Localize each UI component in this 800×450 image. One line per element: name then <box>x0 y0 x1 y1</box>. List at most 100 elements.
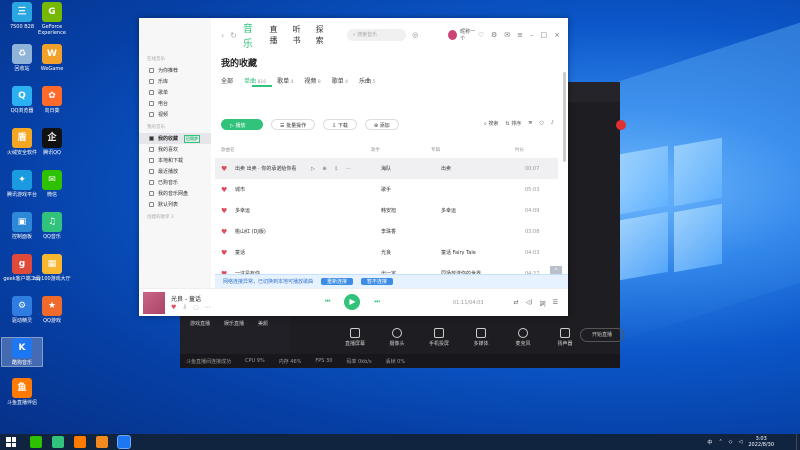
desktop-icon[interactable]: ✿ 向日葵 <box>32 86 72 114</box>
menu-icon[interactable]: ≡ <box>517 31 523 39</box>
next-icon[interactable]: ⏭ <box>374 298 379 306</box>
sidebar-item[interactable]: 电台 <box>139 98 211 109</box>
row-actions[interactable]: ▷ ⊕ ⇩ ⋯ <box>311 166 381 172</box>
desktop-icon[interactable]: ▦ my100游戏大厅 <box>32 254 72 282</box>
song-artist[interactable]: 李珠香 <box>381 228 441 235</box>
refresh-icon[interactable]: ↻ <box>230 31 237 40</box>
search-list-button[interactable]: ⌕ 搜索 <box>484 120 498 127</box>
tool-mic[interactable]: 麦克风 <box>508 328 538 347</box>
more-icon[interactable]: ⋯ <box>205 304 211 311</box>
volume-icon[interactable]: ◁) <box>526 299 533 308</box>
sidebar-item[interactable]: 歌单 <box>139 87 211 98</box>
like-icon[interactable]: ♥ <box>221 228 235 236</box>
song-title[interactable]: 桃山红 (DJ版) <box>235 228 311 235</box>
desktop-icon[interactable]: K 酷狗音乐 <box>1 337 43 367</box>
sidebar-item[interactable]: 默认列表 <box>139 199 211 210</box>
scrollbar[interactable] <box>563 72 566 162</box>
tray-up-icon[interactable]: ⌃ <box>718 439 722 445</box>
song-artist[interactable]: 海队 <box>381 165 441 172</box>
subtab[interactable]: 乐曲 5 <box>359 76 375 85</box>
mail-icon[interactable]: ✉ <box>504 31 510 39</box>
sort-button[interactable]: ⇅ 排序 <box>505 120 521 127</box>
desktop-icon[interactable]: ♫ QQ音乐 <box>32 212 72 240</box>
listen-recognize-icon[interactable]: ◎ <box>412 31 418 39</box>
play-icon[interactable]: ▶ <box>344 294 361 310</box>
table-row[interactable]: ♥ 出卖 出卖 · 你的承诺给你看 ▷ ⊕ ⇩ ⋯ 海队 出卖 00:07 <box>215 158 558 179</box>
desktop-icon[interactable]: W WeGame <box>32 44 72 72</box>
prev-icon[interactable]: ⏮ <box>325 298 330 306</box>
grid-view-icon[interactable]: ○ <box>539 120 543 127</box>
lyrics-icon[interactable]: 詞 <box>540 299 546 308</box>
sidebar-item[interactable]: 为你推荐 <box>139 65 211 76</box>
song-artist[interactable]: 歌手 <box>381 186 441 193</box>
like-icon[interactable]: ♥ <box>171 304 176 311</box>
album-cover[interactable] <box>143 292 165 314</box>
maximize-icon[interactable]: □ <box>541 31 548 39</box>
tab-audiobook[interactable]: 听书 <box>293 24 307 46</box>
download-icon[interactable]: ⇩ <box>182 304 187 311</box>
play-all-button[interactable]: ▷ 播放 <box>221 119 263 130</box>
settings-icon[interactable]: ⚙ <box>491 31 497 39</box>
desktop-icon[interactable]: ★ QQ游戏 <box>32 296 72 324</box>
bell-icon[interactable]: ♪ <box>551 120 554 127</box>
sidebar-item[interactable]: 视频 <box>139 109 211 120</box>
start-windows-icon[interactable] <box>6 437 16 447</box>
taskbar-douyu2-icon[interactable] <box>96 436 108 448</box>
list-view-icon[interactable]: ≣ <box>528 120 532 127</box>
minimize-icon[interactable]: – <box>530 31 534 39</box>
tool-screen[interactable]: 直播屏幕 <box>340 328 370 347</box>
tray-volume-icon[interactable]: ◁ <box>739 439 743 445</box>
back-arrow-icon[interactable]: ‹ <box>221 31 224 40</box>
live-item-ent[interactable]: 娱乐直播 <box>224 320 244 327</box>
skin-icon[interactable]: ♡ <box>478 31 484 39</box>
comment-icon[interactable]: ◌ <box>193 304 198 311</box>
subtab[interactable]: 歌单 4 <box>332 76 348 85</box>
like-icon[interactable]: ♥ <box>221 207 235 215</box>
taskbar-douyu-icon[interactable] <box>74 436 86 448</box>
reconnect-button[interactable]: 重新连接 <box>321 278 354 285</box>
subtab[interactable]: 视频 8 <box>304 76 320 85</box>
tool-camera[interactable]: 摄像头 <box>382 328 412 347</box>
clock[interactable]: 3:03 2022/8/30 <box>748 436 774 448</box>
loop-icon[interactable]: ⇄ <box>514 299 519 308</box>
song-album[interactable]: 出卖 <box>441 165 525 172</box>
sidebar-item[interactable]: 本地和下载 <box>139 155 211 166</box>
desktop-icon[interactable]: 鱼斗鱼直播伴侣 <box>2 378 42 406</box>
subtab[interactable]: 单曲 816 <box>244 76 266 85</box>
table-row[interactable]: ♥ 童话 光良 童话 Fairy Tale 04:03 <box>215 242 558 263</box>
desktop-icon[interactable]: ✉ 微信 <box>32 170 72 198</box>
taskbar-qqmusic-icon[interactable] <box>52 436 64 448</box>
song-album[interactable]: 童话 Fairy Tale <box>441 249 525 256</box>
sidebar-item[interactable]: 已购音乐 <box>139 177 211 188</box>
tray-network-icon[interactable]: ◇ <box>729 439 733 445</box>
table-row[interactable]: ♥ 桃山红 (DJ版) 李珠香 03:08 <box>215 221 558 242</box>
add-button[interactable]: ⊕ 添加 <box>364 119 399 130</box>
sidebar-item[interactable]: 我的收藏 已同步 <box>139 133 211 144</box>
avatar[interactable] <box>448 30 458 40</box>
song-album[interactable]: 多幸运 <box>441 207 525 214</box>
song-title[interactable]: 多幸运 <box>235 207 311 214</box>
song-artist[interactable]: 光良 <box>381 249 441 256</box>
song-title[interactable]: 童话 <box>235 249 311 256</box>
tool-media[interactable]: 多媒体 <box>466 328 496 347</box>
desktop-icon[interactable]: 企腾讯QQ <box>32 128 72 156</box>
song-artist[interactable]: 韩安旭 <box>381 207 441 214</box>
song-title[interactable]: 出卖 出卖 · 你的承诺给你看 <box>235 165 311 172</box>
live-item-beauty[interactable]: 美颜 <box>258 320 268 327</box>
tool-speaker[interactable]: 扬声器 <box>550 328 580 347</box>
sidebar-item[interactable]: 我的音乐网盘 <box>139 188 211 199</box>
sidebar-item[interactable]: 乐库 <box>139 76 211 87</box>
table-row[interactable]: ♥ 城市 歌手 05:03 <box>215 179 558 200</box>
batch-button[interactable]: ☰ 批量操作 <box>271 119 316 130</box>
live-item-game[interactable]: 游戏直播 <box>190 320 210 327</box>
username[interactable]: 昵称一个 <box>460 28 478 42</box>
sidebar-item[interactable]: 我的喜欢 <box>139 144 211 155</box>
like-icon[interactable]: ♥ <box>221 165 235 173</box>
subtab[interactable]: 全部 <box>221 76 233 85</box>
show-desktop-button[interactable] <box>796 434 800 450</box>
search-input[interactable]: ⌕ 搜索音乐 <box>346 29 407 41</box>
song-title[interactable]: 城市 <box>235 186 311 193</box>
table-row[interactable]: ♥ 多幸运 韩安旭 多幸运 04:09 <box>215 200 558 221</box>
sidebar-item[interactable]: 最近播放 <box>139 166 211 177</box>
taskbar-kugou-icon[interactable] <box>117 435 131 449</box>
